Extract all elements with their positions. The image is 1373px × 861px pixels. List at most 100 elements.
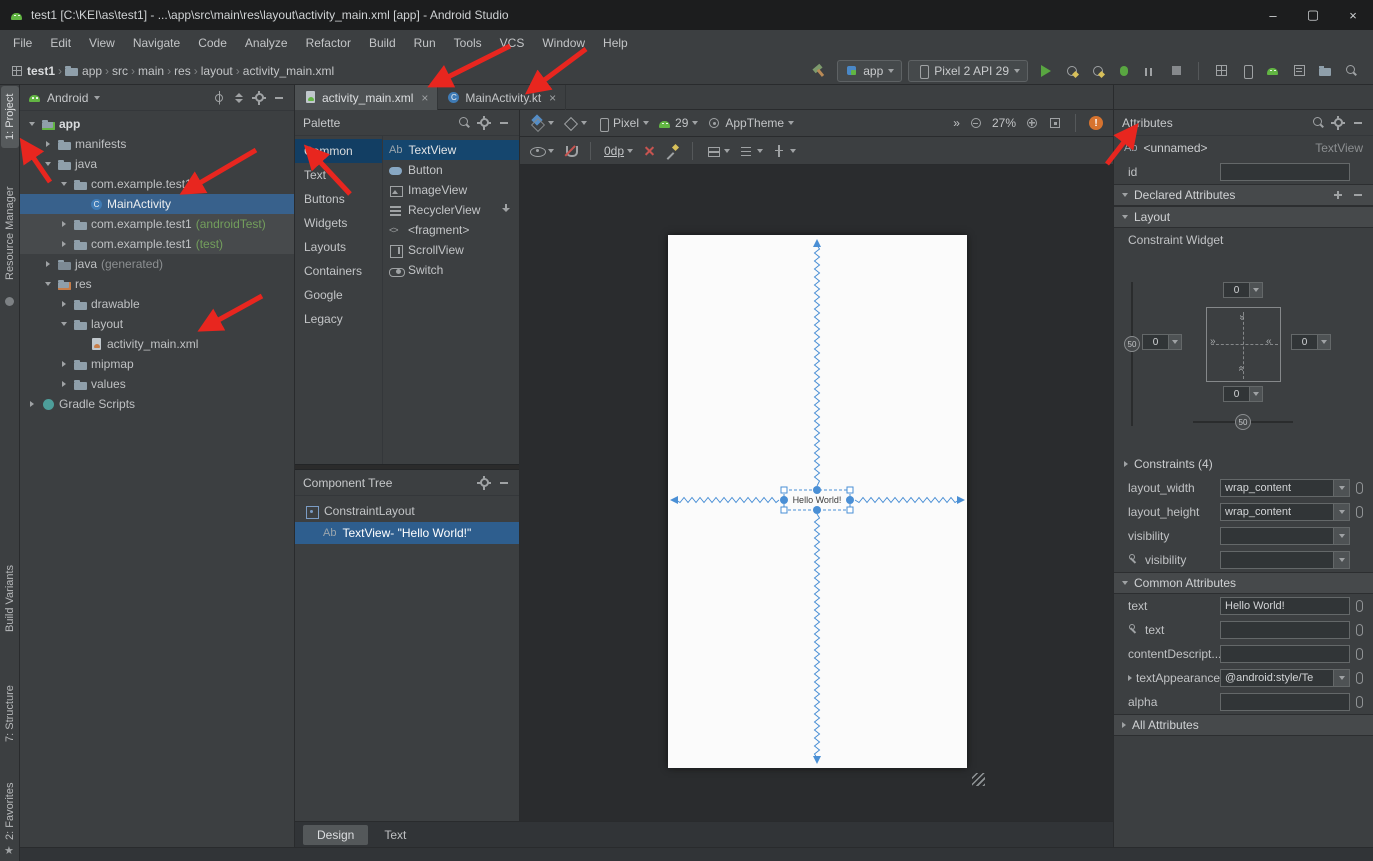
- editor-tab-mainactivity.kt[interactable]: MainActivity.kt×: [438, 85, 566, 110]
- menu-window[interactable]: Window: [533, 33, 594, 54]
- menu-tools[interactable]: Tools: [445, 33, 491, 54]
- device-explorer-button[interactable]: [1313, 60, 1337, 82]
- attr-input[interactable]: [1221, 622, 1349, 638]
- canvas-resize-grip[interactable]: [972, 773, 985, 786]
- locate-file-icon[interactable]: [212, 91, 226, 105]
- palette-component-recyclerview[interactable]: RecyclerView: [383, 200, 519, 220]
- collapse-all-icon[interactable]: [232, 91, 246, 105]
- attr-input[interactable]: [1221, 552, 1333, 568]
- menu-edit[interactable]: Edit: [41, 33, 80, 54]
- tree-expander[interactable]: [42, 261, 54, 267]
- gear-icon[interactable]: [1331, 116, 1345, 130]
- attr-input[interactable]: [1221, 598, 1349, 614]
- palette-component-scrollview[interactable]: ScrollView: [383, 240, 519, 260]
- pack-selector[interactable]: [706, 144, 730, 158]
- device-manager-button[interactable]: [1235, 60, 1259, 82]
- palette-category-common[interactable]: Common: [295, 139, 382, 163]
- breadcrumb-res[interactable]: res: [174, 64, 191, 78]
- breadcrumb-main[interactable]: main: [138, 64, 164, 78]
- constraints-section[interactable]: Constraints (4): [1114, 452, 1373, 476]
- attr-field-text[interactable]: [1220, 597, 1350, 615]
- tree-expander[interactable]: [58, 301, 70, 307]
- menu-code[interactable]: Code: [189, 33, 236, 54]
- run-button[interactable]: [1034, 60, 1058, 82]
- search-icon[interactable]: [457, 116, 471, 130]
- infer-constraints-icon[interactable]: [665, 144, 679, 158]
- view-options-selector[interactable]: [530, 144, 554, 158]
- design-canvas-area[interactable]: Hello World!: [520, 165, 1113, 821]
- tree-item-com.example.test1[interactable]: com.example.test1 (test): [20, 234, 294, 254]
- stripe-item-7-structure[interactable]: 7: Structure: [1, 677, 19, 750]
- debug-button[interactable]: [1112, 60, 1136, 82]
- menu-vcs[interactable]: VCS: [491, 33, 534, 54]
- clear-constraints-icon[interactable]: [642, 144, 656, 158]
- attr-field-textappearance[interactable]: [1220, 669, 1350, 687]
- align-selector[interactable]: [739, 144, 763, 158]
- tree-expander[interactable]: [58, 241, 70, 247]
- tree-item-mipmap[interactable]: mipmap: [20, 354, 294, 374]
- palette-category-containers[interactable]: Containers: [295, 259, 382, 283]
- tree-expander[interactable]: [26, 401, 38, 407]
- tree-item-gradle-scripts[interactable]: Gradle Scripts: [20, 394, 294, 414]
- zoom-to-fit-icon[interactable]: [1048, 116, 1062, 130]
- hide-panel-icon[interactable]: [497, 116, 511, 130]
- palette-component-imageview[interactable]: ImageView: [383, 180, 519, 200]
- menu-refactor[interactable]: Refactor: [297, 33, 360, 54]
- minimize-button[interactable]: –: [1253, 0, 1293, 30]
- build-project-button[interactable]: [807, 60, 831, 82]
- resource-picker-icon[interactable]: [1356, 600, 1363, 612]
- layout-section[interactable]: Layout: [1114, 206, 1373, 228]
- device-in-editor-selector[interactable]: Pixel: [596, 116, 649, 130]
- margin-right-selector[interactable]: 0: [1291, 334, 1331, 350]
- zoom-out-icon[interactable]: [969, 116, 983, 130]
- palette-category-text[interactable]: Text: [295, 163, 382, 187]
- menu-build[interactable]: Build: [360, 33, 405, 54]
- resource-picker-icon[interactable]: [1356, 624, 1363, 636]
- tree-item-activity_main.xml[interactable]: activity_main.xml: [20, 334, 294, 354]
- hide-panel-icon[interactable]: [1351, 116, 1365, 130]
- breadcrumb-activity_main.xml[interactable]: activity_main.xml: [243, 64, 334, 78]
- id-field[interactable]: [1220, 163, 1350, 181]
- tree-item-com.example.test1[interactable]: com.example.test1: [20, 174, 294, 194]
- editor-tab-activity_main.xml[interactable]: activity_main.xml×: [295, 85, 438, 110]
- vertical-bias-track[interactable]: [1131, 282, 1133, 426]
- toolbar-overflow[interactable]: »: [953, 116, 960, 130]
- dropdown-button[interactable]: [1168, 335, 1181, 349]
- autoconnect-off-icon[interactable]: [563, 144, 577, 158]
- search-icon[interactable]: [1311, 116, 1325, 130]
- all-attributes-section[interactable]: All Attributes: [1114, 714, 1373, 736]
- apply-code-button[interactable]: [1086, 60, 1110, 82]
- api-version-selector[interactable]: 29: [658, 116, 698, 130]
- palette-component-button[interactable]: Button: [383, 160, 519, 180]
- gear-icon[interactable]: [477, 116, 491, 130]
- zoom-level[interactable]: 27%: [992, 116, 1016, 130]
- vertical-bias-knob[interactable]: 50: [1124, 336, 1140, 352]
- stripe-item-build-variants[interactable]: Build Variants: [1, 557, 19, 640]
- tree-expander[interactable]: [58, 182, 70, 186]
- run-configuration-selector[interactable]: app: [837, 60, 902, 82]
- palette-component-textview[interactable]: AbTextView: [383, 140, 519, 160]
- theme-selector[interactable]: AppTheme: [707, 116, 794, 130]
- resource-picker-icon[interactable]: [1356, 482, 1363, 494]
- palette-category-layouts[interactable]: Layouts: [295, 235, 382, 259]
- attr-input[interactable]: [1221, 504, 1333, 520]
- remove-attribute-icon[interactable]: [1351, 188, 1365, 202]
- resource-picker-icon[interactable]: [1356, 506, 1363, 518]
- device-screen[interactable]: Hello World!: [668, 235, 967, 768]
- render-errors-icon[interactable]: [1089, 116, 1103, 130]
- resource-picker-icon[interactable]: [1356, 672, 1363, 684]
- tab-close-icon[interactable]: ×: [421, 91, 428, 105]
- tree-expander[interactable]: [58, 361, 70, 367]
- tab-close-icon[interactable]: ×: [549, 91, 556, 105]
- tree-item-res[interactable]: res: [20, 274, 294, 294]
- attr-field-visibility[interactable]: [1220, 527, 1350, 545]
- tree-item-manifests[interactable]: manifests: [20, 134, 294, 154]
- tree-expander[interactable]: [26, 122, 38, 126]
- tree-item-drawable[interactable]: drawable: [20, 294, 294, 314]
- tree-expander[interactable]: [42, 141, 54, 147]
- design-mode-selector[interactable]: [530, 116, 554, 130]
- margin-top-selector[interactable]: 0: [1223, 282, 1263, 298]
- menu-view[interactable]: View: [80, 33, 124, 54]
- attr-input[interactable]: [1221, 480, 1333, 496]
- tree-expander[interactable]: [42, 282, 54, 286]
